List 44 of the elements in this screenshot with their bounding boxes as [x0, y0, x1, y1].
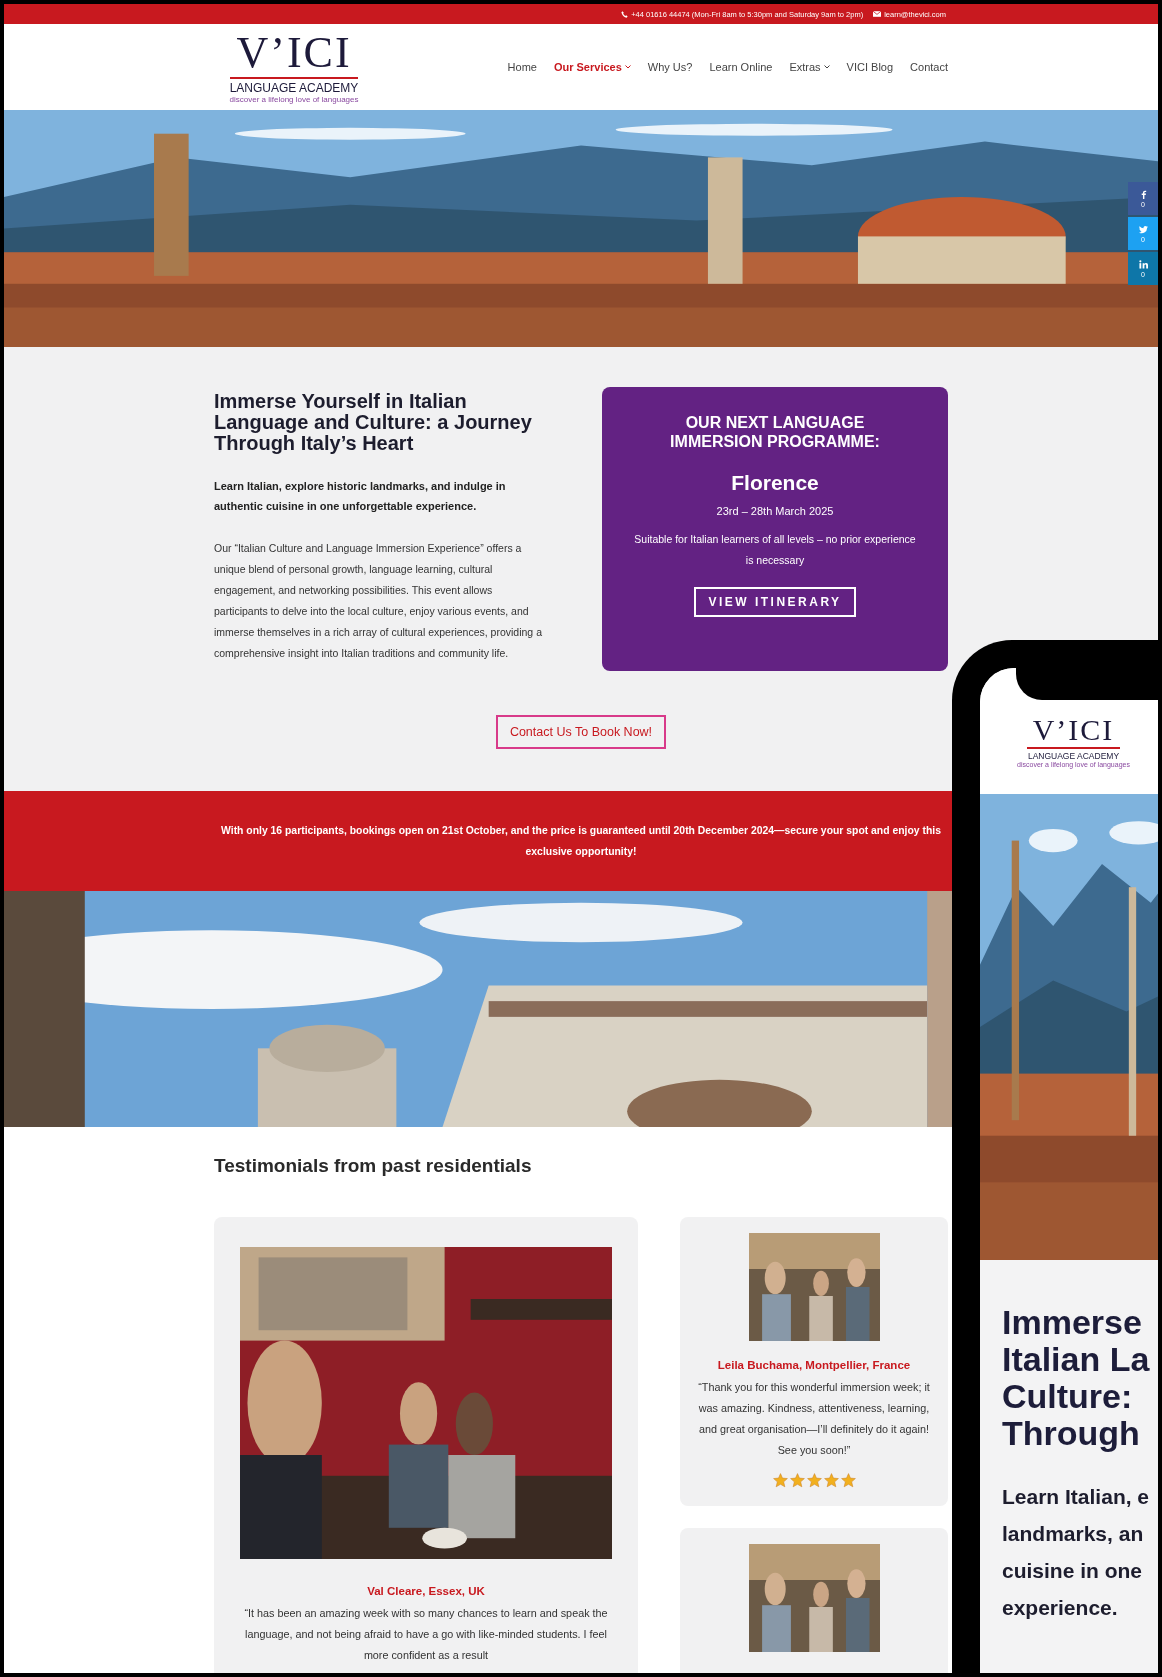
itinerary-button[interactable]: VIEW ITINERARY — [694, 587, 856, 617]
star-icon — [840, 1473, 856, 1488]
star-icon — [772, 1473, 788, 1488]
nav-link[interactable]: Extras — [789, 61, 830, 73]
preview-heading-line: Culture: — [1002, 1378, 1134, 1415]
nav-link[interactable]: Contact — [910, 61, 948, 73]
nav-link[interactable]: VICI Blog — [846, 61, 894, 73]
preview-lead-line: experience. — [1002, 1595, 1119, 1621]
section-heading: Testimonials from past residentials — [214, 1155, 533, 1177]
linkedin-icon — [1138, 259, 1148, 269]
nav-link[interactable]: Learn Online — [709, 61, 773, 73]
star-icon — [806, 1473, 822, 1488]
logo-tagline: discover a lifelong love of languages — [229, 94, 359, 104]
city-name: Florence — [731, 471, 819, 495]
logo-wordmark[interactable]: V’ICI — [1026, 715, 1121, 749]
preview-heading-line: Italian La — [1002, 1341, 1151, 1378]
intro-heading: Immerse Yourself in Italian Language and Culture: a Journey Through Italy’s Heart — [214, 391, 533, 454]
nav-link[interactable]: Why Us? — [647, 61, 693, 73]
star-icon — [789, 1473, 805, 1488]
preview-lead-line: cuisine in one — [1002, 1558, 1144, 1584]
logo-wordmark[interactable]: V’ICI — [230, 30, 358, 79]
reviewer-name: Val Cleare, Essex, UK — [367, 1585, 485, 1597]
preview-heading-line: Immerse — [1002, 1304, 1143, 1341]
mail-icon — [873, 11, 882, 17]
contact-button[interactable]: Contact Us To Book Now! — [495, 715, 667, 749]
nav-link[interactable]: Our Services — [553, 61, 631, 73]
intro-lead: Learn Italian, explore historic landmarks, and indulge in authentic cuisine in one unforgettable experience. — [214, 479, 507, 514]
reviewer-name: Leila Buchama, Montpellier, France — [717, 1359, 911, 1371]
logo-subtitle: LANGUAGE ACADEMY — [1027, 751, 1120, 761]
star-icon — [823, 1473, 839, 1488]
bird-icon — [1138, 224, 1148, 234]
preview-lead-line: Learn Italian, e — [1002, 1484, 1151, 1510]
banner-text: With only 16 participants, bookings open on 21st October, and the price is guaranteed until 20th December 2024—secure your spot and enjoy this exclusive opportunity! — [220, 824, 942, 859]
logo-subtitle: LANGUAGE ACADEMY — [229, 80, 359, 95]
card-title: OUR NEXT LANGUAGE IMMERSION PROGRAMME: — [669, 413, 881, 451]
phone-icon — [621, 10, 629, 18]
testimonial-quote: “Thank you for this wonderful immersion week; it was amazing. Kindness, attentiveness, learning, and great organisation—I’ll definitely do it again! See you soon!” — [697, 1380, 931, 1458]
nav-link[interactable]: Home — [507, 61, 537, 73]
preview-heading-line: Through — [1002, 1415, 1141, 1452]
level-note: Suitable for Italian learners of all levels – no prior experience is necessary — [633, 532, 917, 568]
intro-body: Our “Italian Culture and Language Immersion Experience” offers a unique blend of personal growth, language learning, cultural engagement, and networking possibilities. This event allows participants to delve into the local culture, enjoy various events, and immerse themselves in a rich array of cultural experiences, providing a comprehensive insight into Italian traditions and community life. — [214, 541, 543, 661]
testimonial-quote: “It has been an amazing week with so many chances to learn and speak the language, and not being afraid to have a go with like-minded students. I feel more confident as a result — [243, 1606, 609, 1663]
programme-dates: 23rd – 28th March 2025 — [716, 505, 834, 517]
preview-lead-line: landmarks, an — [1002, 1521, 1145, 1547]
